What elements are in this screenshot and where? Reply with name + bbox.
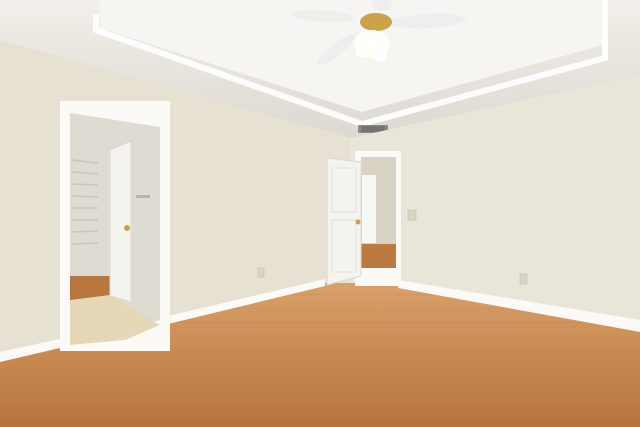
wall-outlet-right: [519, 273, 528, 285]
room-photo: [0, 0, 640, 427]
light-switch[interactable]: [407, 209, 417, 221]
hall-door-knob[interactable]: [355, 219, 361, 225]
closet-door-knob[interactable]: [124, 225, 130, 231]
room-illustration: [0, 0, 640, 427]
closet-wall-hook: [136, 195, 150, 198]
closet-door[interactable]: [109, 140, 132, 303]
hall-far-window: [362, 175, 376, 243]
hall-floor: [361, 244, 396, 268]
wall-outlet-left: [257, 267, 265, 278]
fan-motor: [360, 13, 392, 31]
